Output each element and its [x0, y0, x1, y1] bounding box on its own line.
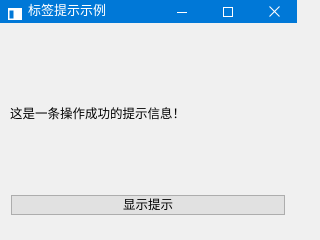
- info-label: 这是一条操作成功的提示信息！: [10, 106, 186, 121]
- app-window-icon: [8, 5, 22, 20]
- maximize-icon: [223, 6, 233, 17]
- title-bar[interactable]: 标签提示示例: [0, 0, 297, 23]
- close-icon: [268, 6, 280, 17]
- minimize-button[interactable]: [159, 0, 205, 23]
- app-window: 标签提示示例 这是一条操作成功的提示信息！ 显示提示: [0, 0, 297, 227]
- show-tip-button[interactable]: 显示提示: [11, 195, 285, 215]
- minimize-icon: [177, 7, 187, 17]
- window-title: 标签提示示例: [28, 4, 107, 19]
- close-button[interactable]: [251, 0, 297, 23]
- maximize-button[interactable]: [205, 0, 251, 23]
